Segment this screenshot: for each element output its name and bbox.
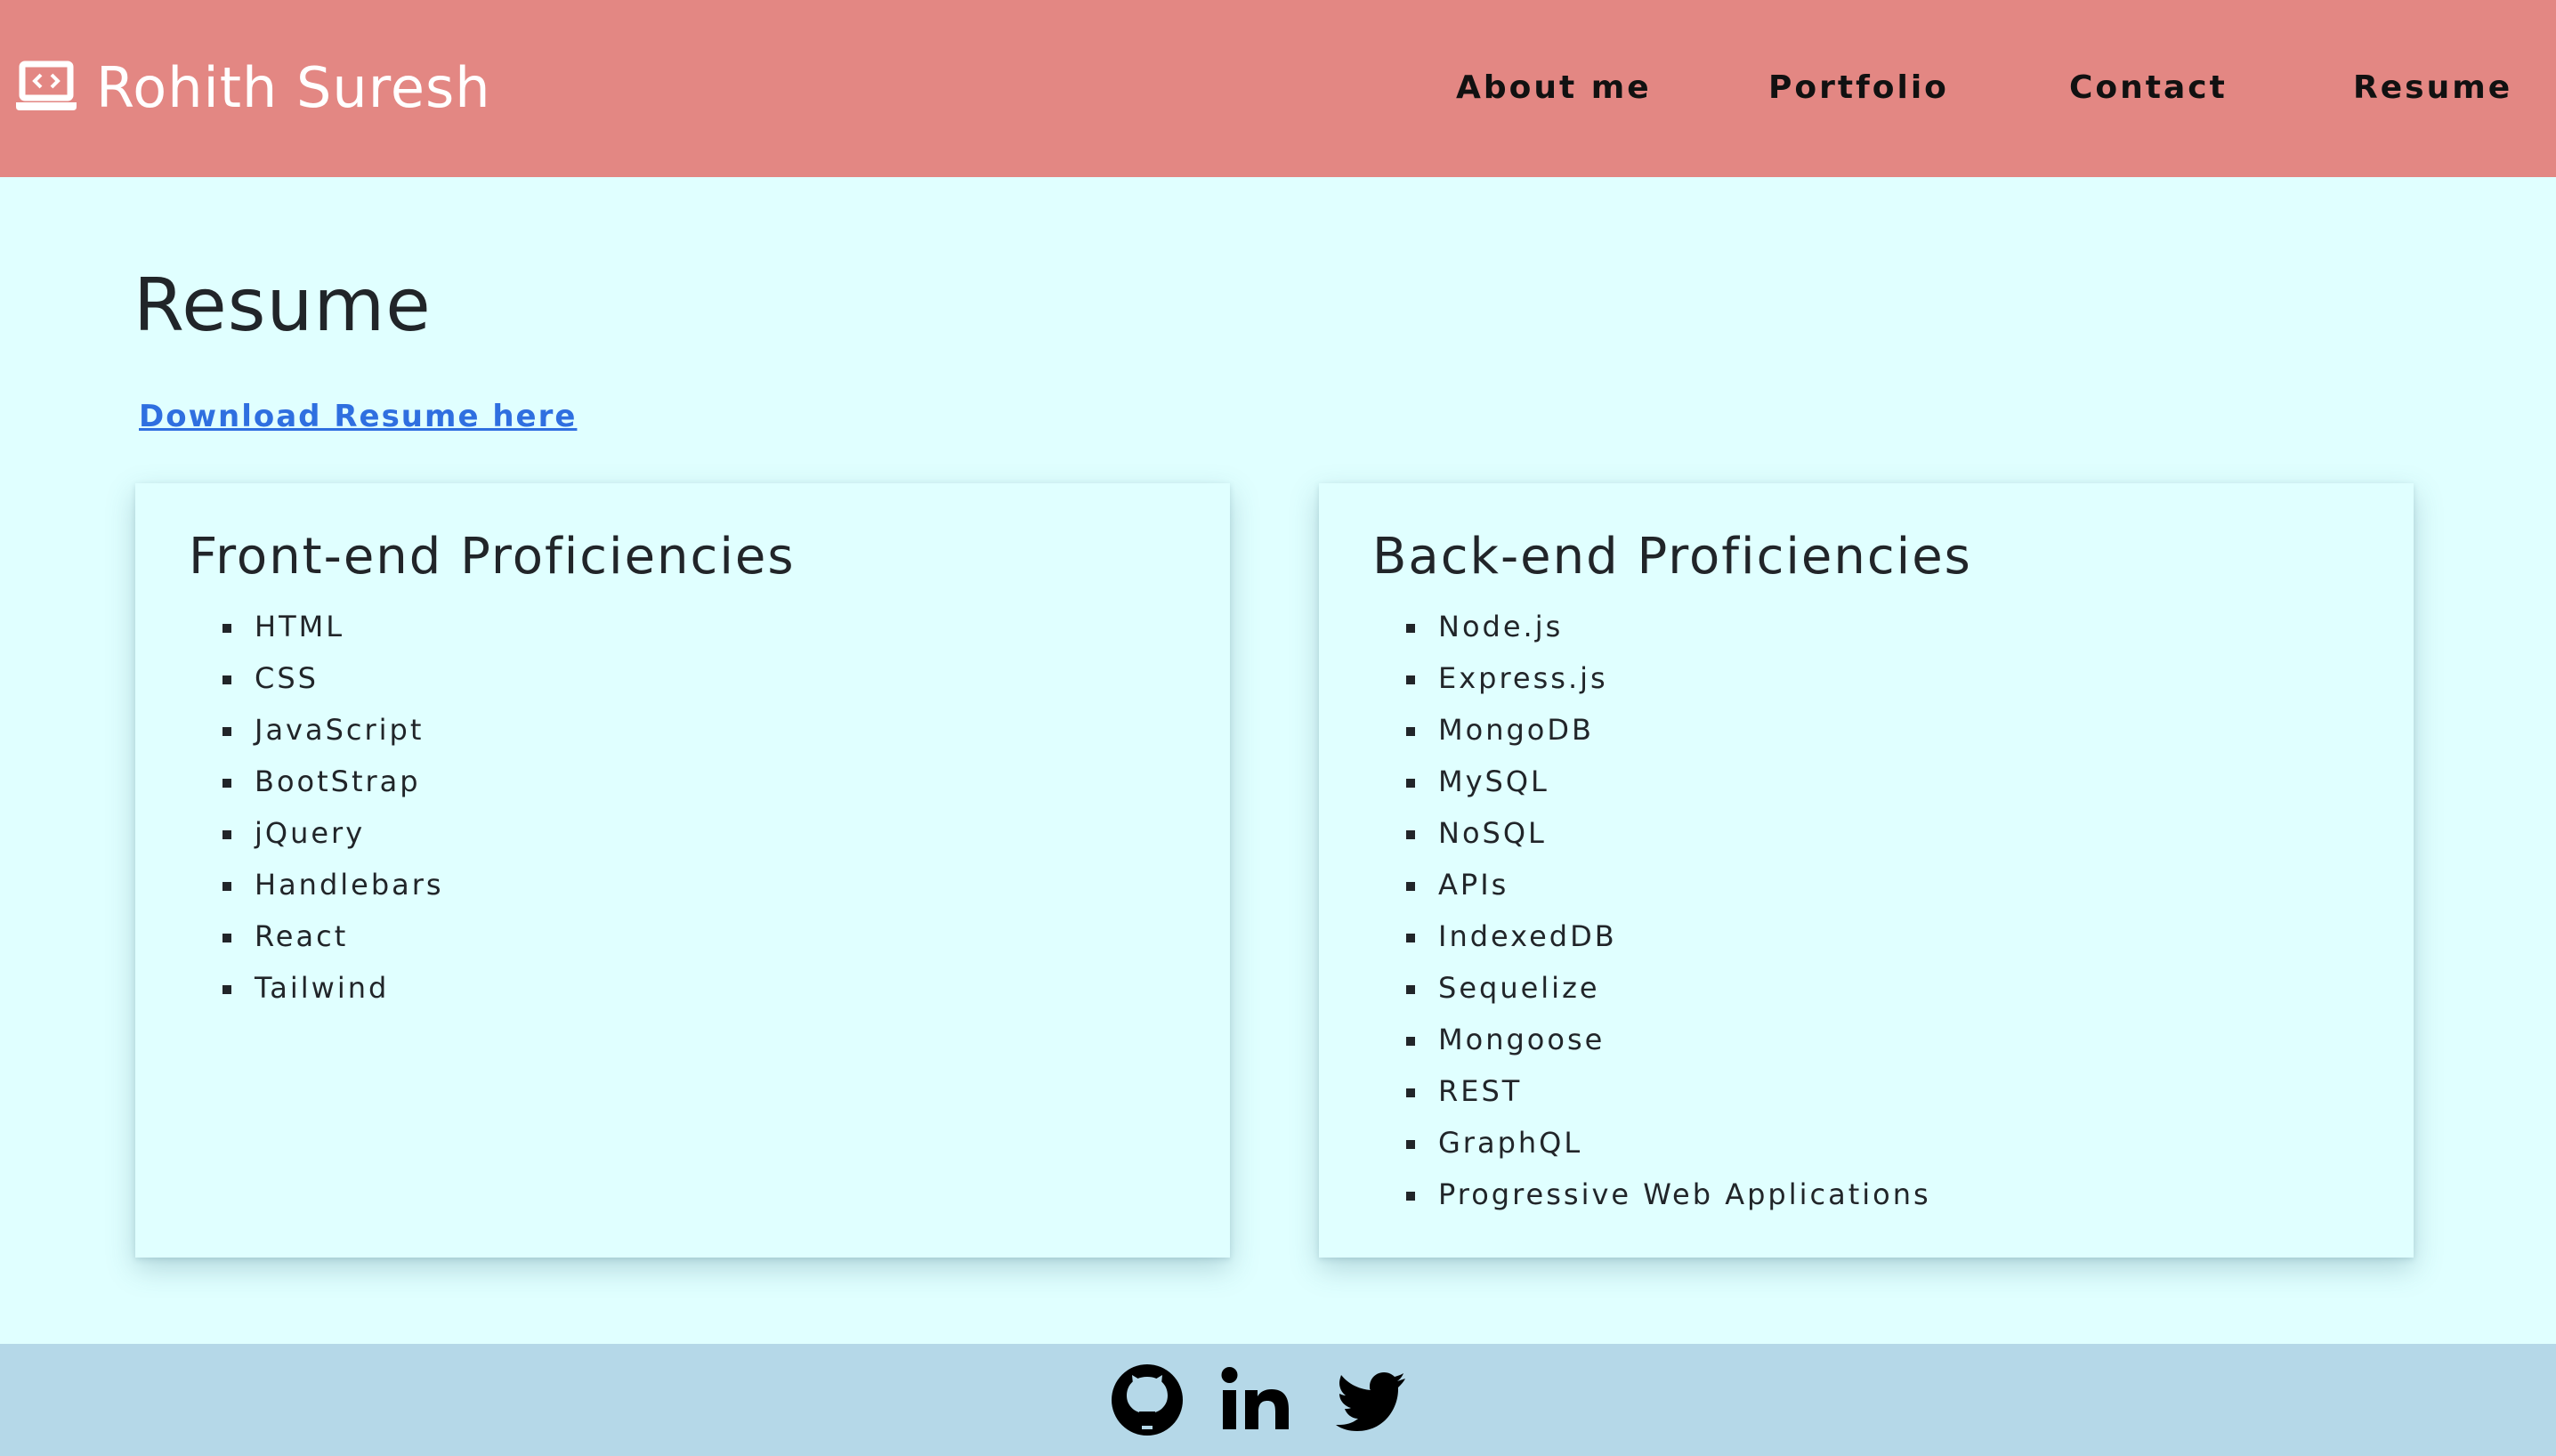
skill-item: MongoDB: [1372, 704, 1931, 756]
skill-item: HTML: [189, 601, 444, 652]
download-resume-link[interactable]: Download Resume here: [139, 399, 577, 434]
github-link[interactable]: [1109, 1362, 1185, 1438]
site-header: Rohith Suresh About me Portfolio Contact…: [0, 0, 2556, 177]
skill-item: jQuery: [189, 807, 444, 859]
linkedin-icon: [1221, 1367, 1289, 1429]
skill-item: Progressive Web Applications: [1372, 1169, 1931, 1220]
back-end-title: Back-end Proficiencies: [1372, 528, 1972, 586]
front-end-card: Front-end Proficiencies HTML CSS JavaScr…: [135, 483, 1230, 1258]
skill-item: Express.js: [1372, 652, 1931, 704]
skill-item: CSS: [189, 652, 444, 704]
skill-item: Node.js: [1372, 601, 1931, 652]
skill-item: APIs: [1372, 859, 1931, 910]
linkedin-link[interactable]: [1220, 1362, 1297, 1438]
nav-portfolio-link[interactable]: Portfolio: [1768, 69, 1949, 106]
skill-item: MySQL: [1372, 756, 1931, 807]
skill-item: Handlebars: [189, 859, 444, 910]
brand-link[interactable]: Rohith Suresh: [14, 43, 491, 132]
github-icon: [1112, 1364, 1183, 1436]
skill-item: IndexedDB: [1372, 910, 1931, 962]
nav-about-link[interactable]: About me: [1456, 69, 1652, 106]
skill-item: Tailwind: [189, 962, 444, 1014]
skill-item: BootStrap: [189, 756, 444, 807]
skill-item: Sequelize: [1372, 962, 1931, 1014]
front-end-title: Front-end Proficiencies: [189, 528, 796, 586]
back-end-list: Node.js Express.js MongoDB MySQL NoSQL A…: [1372, 601, 1931, 1220]
skill-item: GraphQL: [1372, 1117, 1931, 1169]
laptop-code-icon: [14, 59, 78, 116]
skill-item: Mongoose: [1372, 1014, 1931, 1065]
front-end-list: HTML CSS JavaScript BootStrap jQuery Han…: [189, 601, 444, 1014]
back-end-card: Back-end Proficiencies Node.js Express.j…: [1319, 483, 2414, 1258]
skill-item: React: [189, 910, 444, 962]
site-footer: [0, 1344, 2556, 1456]
skill-item: REST: [1372, 1065, 1931, 1117]
main-nav: About me Portfolio Contact Resume: [1399, 0, 2556, 177]
brand-name: Rohith Suresh: [96, 54, 491, 120]
twitter-icon: [1336, 1372, 1405, 1431]
twitter-link[interactable]: [1332, 1362, 1409, 1438]
skill-item: NoSQL: [1372, 807, 1931, 859]
nav-contact-link[interactable]: Contact: [2069, 69, 2228, 106]
page-title: Resume: [133, 263, 432, 348]
nav-resume-link[interactable]: Resume: [2353, 69, 2512, 106]
skill-item: JavaScript: [189, 704, 444, 756]
